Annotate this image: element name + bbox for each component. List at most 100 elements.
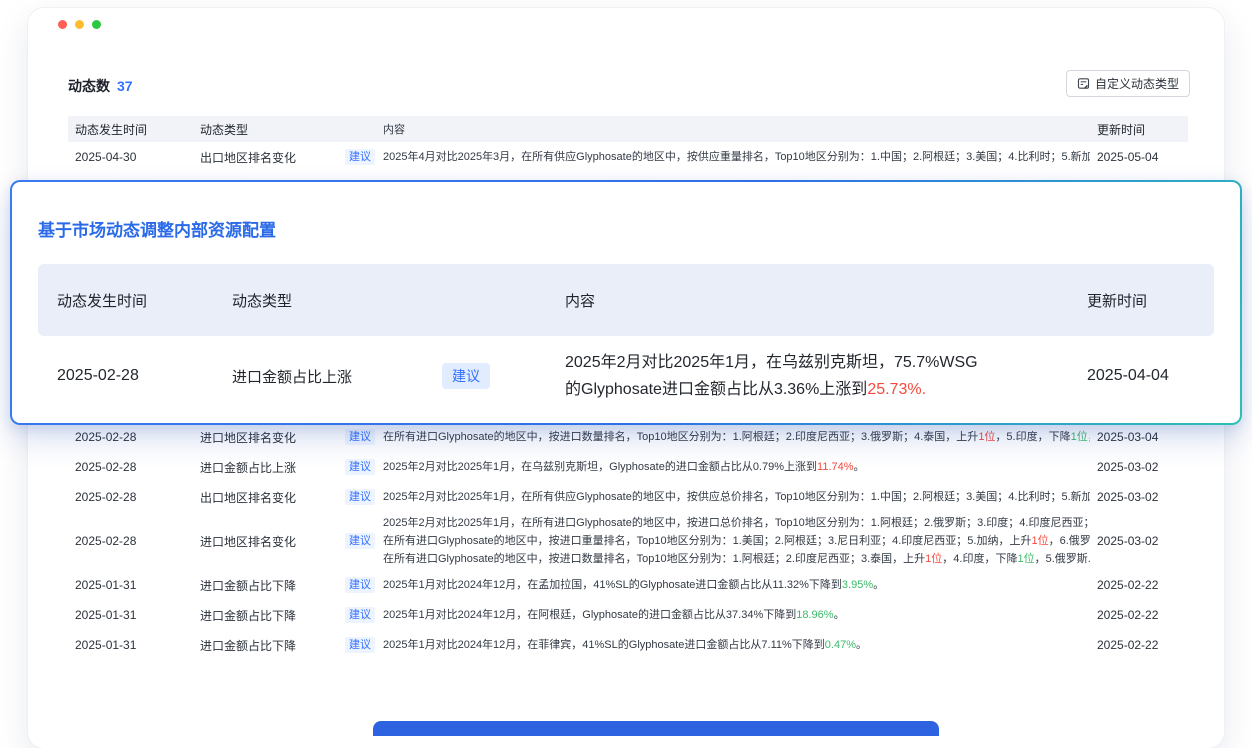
row-content: 2025年1月对比2024年12月，在菲律宾，41%SL的Glyphosate进… [378, 636, 1090, 654]
row-content: 2025年1月对比2024年12月，在阿根廷，Glyphosate的进口金额占比… [378, 606, 1090, 624]
suggestion-tag: 建议 [345, 489, 375, 505]
content-line: 在所有进口Glyphosate的地区中，按进口数量排名，Top10地区分别为：1… [383, 428, 1090, 446]
col-header-updated: 更新时间 [1090, 121, 1188, 138]
content-line: 2025年2月对比2025年1月，在所有供应Glyphosate的地区中，按供应… [383, 488, 1090, 506]
content-line: 2025年1月对比2024年12月，在孟加拉国，41%SL的Glyphosate… [383, 576, 1090, 594]
row-type-label: 进口金额占比下降 [200, 609, 296, 623]
suggestion-tag: 建议 [345, 533, 375, 549]
content-line: 在所有进口Glyphosate的地区中，按进口数量排名，Top10地区分别为：1… [383, 550, 1090, 568]
row-updated: 2025-03-02 [1090, 534, 1188, 548]
row-updated: 2025-02-22 [1090, 608, 1188, 622]
table-header: 动态发生时间 动态类型 内容 更新时间 [68, 116, 1188, 142]
row-type-label: 进口金额占比上涨 [200, 461, 296, 475]
col-header-content: 内容 [378, 121, 1090, 137]
row-content: 2025年2月对比2025年1月，在所有进口Glyphosate的地区中，按进口… [378, 514, 1090, 568]
row-content: 2025年4月对比2025年3月，在所有供应Glyphosate的地区中，按供应… [378, 148, 1090, 166]
customize-types-label: 自定义动态类型 [1095, 75, 1179, 92]
row-type: 进口金额占比下降 建议 [195, 577, 378, 594]
col-header-date: 动态发生时间 [68, 121, 195, 138]
customize-types-button[interactable]: 自定义动态类型 [1066, 70, 1190, 97]
highlight-row-updated: 2025-04-04 [1069, 367, 1214, 385]
toolbar: 动态数 37 自定义动态类型 [68, 70, 1190, 100]
table-row[interactable]: 2025-02-28 出口地区排名变化 建议 2025年2月对比2025年1月，在… [68, 482, 1188, 512]
suggestion-tag: 建议 [442, 363, 490, 389]
content-line: 在所有进口Glyphosate的地区中，按进口重量排名，Top10地区分别为：1… [383, 532, 1090, 550]
highlight-row[interactable]: 2025-02-28 进口金额占比上涨 建议 2025年2月对比2025年1月，… [38, 336, 1214, 416]
customize-form-icon [1077, 77, 1090, 90]
maximize-window-button[interactable] [92, 20, 101, 29]
row-updated: 2025-03-02 [1090, 490, 1188, 504]
highlight-table-header: 动态发生时间 动态类型 内容 更新时间 [38, 264, 1214, 336]
row-updated: 2025-03-04 [1090, 430, 1188, 444]
row-updated: 2025-02-22 [1090, 578, 1188, 592]
suggestion-tag: 建议 [345, 637, 375, 653]
table-row[interactable]: 2025-02-28 进口地区排名变化 建议 2025年2月对比2025年1月，在… [68, 512, 1188, 570]
row-type-label: 进口金额占比下降 [200, 639, 296, 653]
row-updated: 2025-02-22 [1090, 638, 1188, 652]
table-row[interactable]: 2025-01-31 进口金额占比下降 建议 2025年1月对比2024年12月，… [68, 570, 1188, 600]
row-type: 进口地区排名变化 建议 [195, 429, 378, 446]
row-type-label: 出口地区排名变化 [200, 491, 296, 505]
row-type: 进口金额占比上涨 建议 [195, 459, 378, 476]
row-type: 进口金额占比下降 建议 [195, 637, 378, 654]
highlight-col-content: 内容 [546, 290, 1069, 311]
content-line: 2025年1月对比2024年12月，在菲律宾，41%SL的Glyphosate进… [383, 636, 1090, 654]
content-line: 2025年4月对比2025年3月，在所有供应Glyphosate的地区中，按供应… [383, 148, 1090, 166]
row-updated: 2025-05-04 [1090, 150, 1188, 164]
row-date: 2025-02-28 [68, 460, 195, 474]
close-window-button[interactable] [58, 20, 67, 29]
suggestion-tag: 建议 [345, 149, 375, 165]
highlight-card-title: 基于市场动态调整内部资源配置 [38, 216, 1214, 240]
suggestion-tag: 建议 [345, 607, 375, 623]
row-type: 进口金额占比下降 建议 [195, 607, 378, 624]
row-content: 2025年2月对比2025年1月，在乌兹别克斯坦，Glyphosate的进口金额… [378, 458, 1090, 476]
feed-count-label: 动态数 [68, 78, 110, 94]
table-row[interactable]: 2025-01-31 进口金额占比下降 建议 2025年1月对比2024年12月，… [68, 600, 1188, 630]
highlight-row-date: 2025-02-28 [38, 367, 213, 385]
highlight-col-updated: 更新时间 [1069, 290, 1214, 311]
minimize-window-button[interactable] [75, 20, 84, 29]
row-date: 2025-02-28 [68, 534, 195, 548]
table-row[interactable]: 2025-02-28 进口金额占比上涨 建议 2025年2月对比2025年1月，在… [68, 452, 1188, 482]
table-row[interactable]: 2025-04-30 出口地区排名变化 建议 2025年4月对比2025年3月，在… [68, 142, 1188, 172]
content-line: 2025年2月对比2025年1月，在乌兹别克斯坦，Glyphosate的进口金额… [383, 458, 1090, 476]
row-date: 2025-01-31 [68, 578, 195, 592]
highlight-col-date: 动态发生时间 [38, 290, 213, 311]
row-type-label: 出口地区排名变化 [200, 151, 296, 165]
content-line: 2025年2月对比2025年1月，在乌兹别克斯坦，75.7%WSG [565, 349, 1069, 376]
highlight-row-content: 2025年2月对比2025年1月，在乌兹别克斯坦，75.7%WSG的Glypho… [546, 349, 1069, 403]
row-type-label: 进口金额占比下降 [200, 579, 296, 593]
row-type: 出口地区排名变化 建议 [195, 489, 378, 506]
suggestion-tag: 建议 [345, 429, 375, 445]
row-type-label: 进口地区排名变化 [200, 431, 296, 445]
row-date: 2025-02-28 [68, 430, 195, 444]
row-type: 进口地区排名变化 建议 [195, 533, 378, 550]
highlight-col-type: 动态类型 [213, 290, 546, 311]
row-date: 2025-02-28 [68, 490, 195, 504]
col-header-type: 动态类型 [195, 121, 378, 138]
highlight-card: 基于市场动态调整内部资源配置 动态发生时间 动态类型 内容 更新时间 2025-… [10, 180, 1242, 425]
highlight-card-inner: 基于市场动态调整内部资源配置 动态发生时间 动态类型 内容 更新时间 2025-… [12, 182, 1240, 423]
row-type: 出口地区排名变化 建议 [195, 149, 378, 166]
content-line: 的Glyphosate进口金额占比从3.36%上涨到25.73%. [565, 376, 1069, 403]
highlight-row-type-label: 进口金额占比上涨 [232, 366, 352, 387]
window-controls [58, 20, 101, 29]
row-content: 2025年2月对比2025年1月，在所有供应Glyphosate的地区中，按供应… [378, 488, 1090, 506]
row-date: 2025-01-31 [68, 638, 195, 652]
bottom-partial-bar [373, 721, 939, 736]
content-line: 2025年1月对比2024年12月，在阿根廷，Glyphosate的进口金额占比… [383, 606, 1090, 624]
suggestion-tag: 建议 [345, 459, 375, 475]
row-date: 2025-04-30 [68, 150, 195, 164]
row-type-label: 进口地区排名变化 [200, 535, 296, 549]
suggestion-tag: 建议 [345, 577, 375, 593]
feed-count-value: 37 [117, 78, 133, 94]
row-content: 2025年1月对比2024年12月，在孟加拉国，41%SL的Glyphosate… [378, 576, 1090, 594]
highlight-row-type: 进口金额占比上涨 建议 [213, 363, 546, 389]
table-row[interactable]: 2025-02-28 进口地区排名变化 建议 在所有进口Glyphosate的地区… [68, 422, 1188, 452]
content-line: 2025年2月对比2025年1月，在所有进口Glyphosate的地区中，按进口… [383, 514, 1090, 532]
table-row[interactable]: 2025-01-31 进口金额占比下降 建议 2025年1月对比2024年12月，… [68, 630, 1188, 660]
row-updated: 2025-03-02 [1090, 460, 1188, 474]
feed-count: 动态数 37 [68, 76, 133, 96]
row-date: 2025-01-31 [68, 608, 195, 622]
row-content: 在所有进口Glyphosate的地区中，按进口数量排名，Top10地区分别为：1… [378, 428, 1090, 446]
